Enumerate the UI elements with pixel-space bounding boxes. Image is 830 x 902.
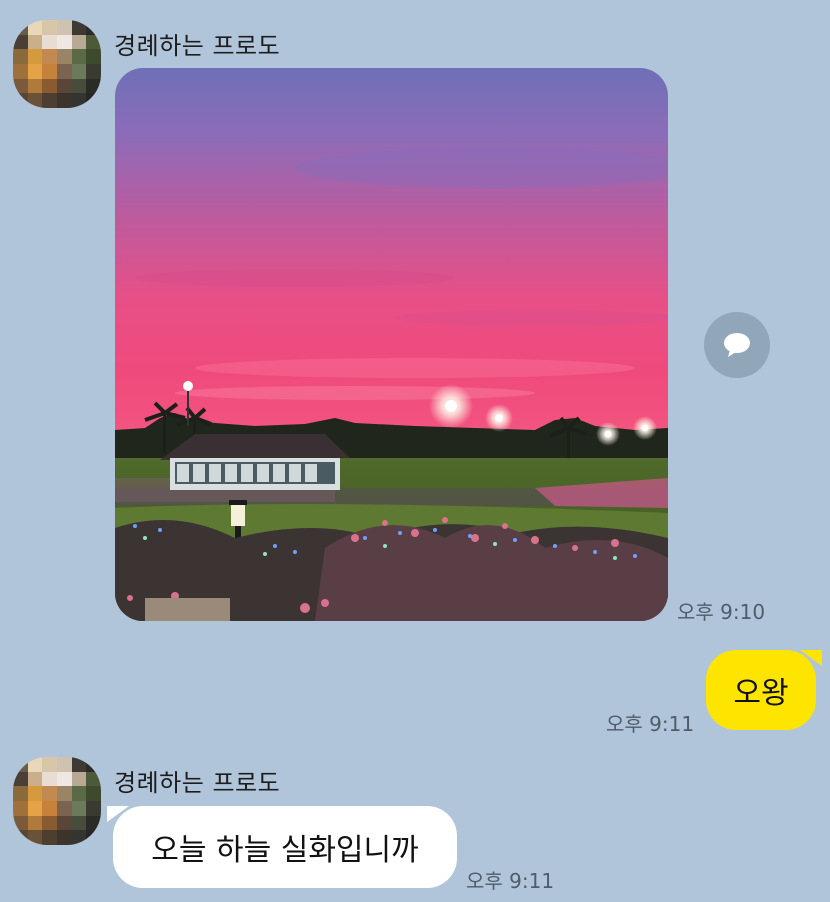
sunset-golf-course-photo (115, 68, 668, 621)
share-button[interactable] (704, 312, 770, 378)
incoming-message-bubble[interactable]: 오늘 하늘 실화입니까 (107, 806, 457, 888)
sender-name: 경례하는 프로도 (114, 769, 281, 797)
message-text: 오늘 하늘 실화입니까 (151, 833, 419, 868)
message-time: 오후 9:11 (466, 869, 555, 893)
bubble-tail (800, 650, 822, 666)
sender-name: 경례하는 프로도 (114, 32, 281, 60)
message-time: 오후 9:11 (606, 712, 695, 736)
sender-avatar[interactable] (13, 20, 101, 108)
sender-avatar[interactable] (13, 757, 101, 845)
bubble-tail (107, 806, 129, 822)
outgoing-message-bubble[interactable]: 오왕 (706, 650, 822, 730)
shared-photo[interactable] (115, 68, 668, 621)
share-speech-bubble-icon (724, 333, 750, 357)
message-text: 오왕 (733, 676, 789, 711)
message-time: 오후 9:10 (677, 600, 766, 624)
